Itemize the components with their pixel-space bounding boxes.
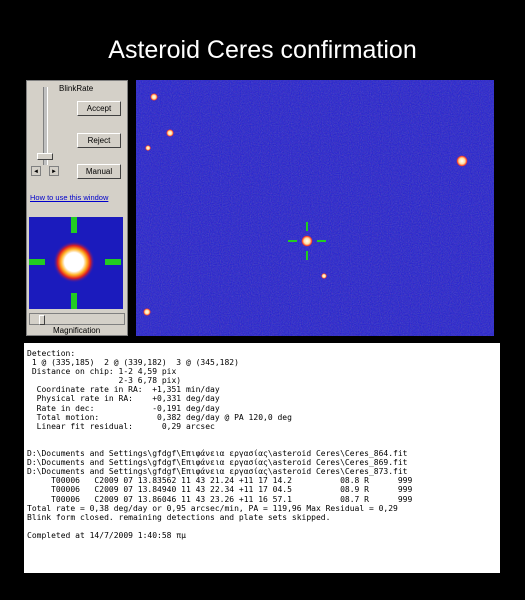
magnified-star [53,241,95,283]
star [145,145,151,151]
star [143,308,151,316]
page-title: Asteroid Ceres confirmation [108,36,417,64]
magnification-label: Magnification [53,326,101,335]
file-path: D:\Documents and Settings\gfdgf\Επιφάνει… [27,467,408,477]
detection-log: Detection: 1 @ (335,185) 2 @ (339,182) 3… [24,343,500,573]
observation-row: T00006 C2009 07 13.83562 11 43 21.24 +11… [27,476,413,486]
metric-value: -0,191 [142,403,182,413]
blank-line [27,440,500,449]
blink-closed-line: Blink form closed. remaining detections … [27,512,331,522]
metric-unit: min/day [181,385,220,395]
metric-row: Linear fit residual: 0,29 arcsec [27,422,500,431]
star [456,155,468,167]
distance-line: 2-3 6,78 pix) [27,376,182,386]
file-path: D:\Documents and Settings\gfdgf\Επιφάνει… [27,458,408,468]
metric-value: 0,29 [142,421,182,431]
metric-label: Rate in dec: [27,403,143,413]
metric-row: Total motion: 0,382 deg/day @ PA 120,0 d… [27,413,500,422]
detection-points: 1 @ (335,185) 2 @ (339,182) 3 @ (345,182… [27,358,239,368]
ceres-target [301,235,313,247]
metric-label: Physical rate in RA: [27,394,143,404]
metric-unit: deg/day @ PA 120,0 deg [181,412,292,422]
metric-label: Total motion: [27,412,143,422]
metric-unit: deg/day [181,403,220,413]
metric-value: +0,331 [142,394,182,404]
metric-value: 0,382 [142,412,182,422]
star [150,93,158,101]
how-to-use-link[interactable]: How to use this window [30,193,108,202]
blank-line [27,522,500,531]
detection-header: Detection: [27,349,76,358]
observation-row: T00006 C2009 07 13.86046 11 43 23.26 +11… [27,494,413,504]
magnification-slider-thumb[interactable] [39,315,45,325]
blink-rate-label: BlinkRate [59,84,94,93]
distance-line: Distance on chip: 1-2 4,59 pix [27,367,177,377]
file-path: D:\Documents and Settings\gfdgf\Επιφάνει… [27,449,408,459]
metric-label: Linear fit residual: [27,421,143,431]
manual-button[interactable]: Manual [77,164,121,179]
metric-value: +1,351 [142,385,182,395]
metric-row: Coordinate rate in RA: +1,351 min/day [27,385,500,394]
star [166,129,174,137]
accept-button[interactable]: Accept [77,101,121,116]
star [321,273,327,279]
step-forward-button[interactable]: ► [49,166,59,176]
star-field-image [136,80,494,336]
metric-label: Coordinate rate in RA: [27,385,143,395]
metric-row: Physical rate in RA: +0,331 deg/day [27,394,500,403]
blank-line [27,431,500,440]
metric-unit: deg/day [181,394,220,404]
observation-row: T00006 C2009 07 13.84940 11 43 22.34 +11… [27,485,413,495]
magnification-view [29,217,123,309]
completed-line: Completed at 14/7/2009 1:40:58 πμ [27,530,186,540]
magnification-slider[interactable] [29,313,125,325]
metric-unit: arcsec [181,421,215,431]
blink-rate-slider-thumb[interactable] [37,153,53,160]
reject-button[interactable]: Reject [77,133,121,148]
total-rate-line: Total rate = 0,38 deg/day or 0,95 arcsec… [27,503,398,513]
blink-control-panel: BlinkRate Accept Reject Manual ◄ ► How t… [26,80,128,336]
step-back-button[interactable]: ◄ [31,166,41,176]
metric-row: Rate in dec: -0,191 deg/day [27,404,500,413]
